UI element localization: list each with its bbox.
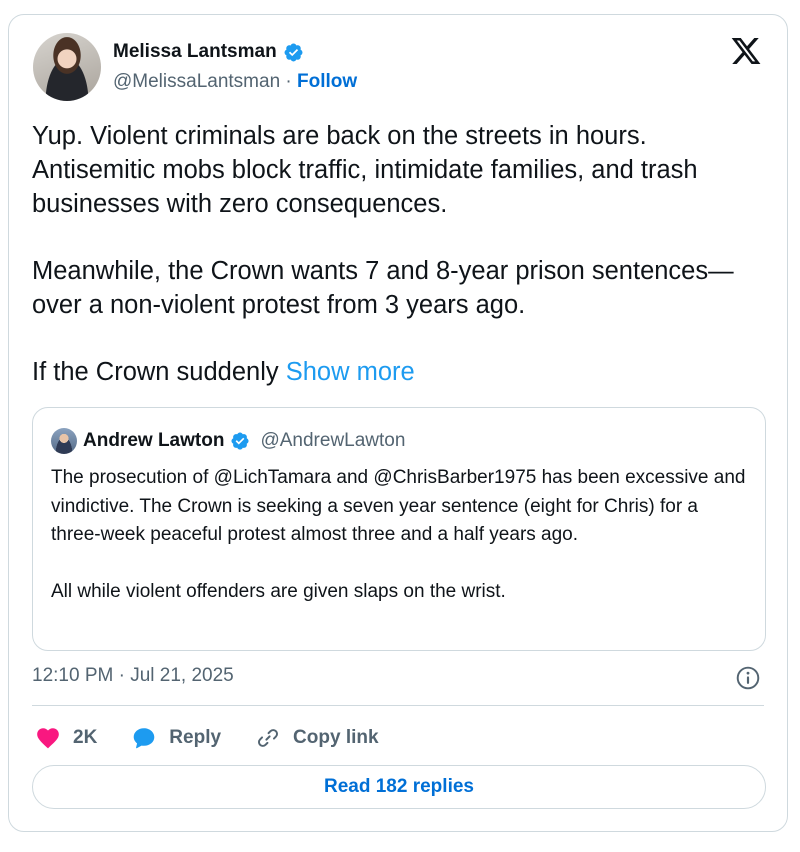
tweet-text: Yup. Violent criminals are back on the s… xyxy=(32,119,762,389)
like-button[interactable]: 2K xyxy=(35,725,97,751)
verified-badge-icon xyxy=(284,43,303,61)
author-name[interactable]: Melissa Lantsman xyxy=(113,41,277,63)
tweet-paragraph-2: Meanwhile, the Crown wants 7 and 8-year … xyxy=(32,257,734,319)
quoted-tweet[interactable]: Andrew Lawton @AndrewLawton The prosecut… xyxy=(32,407,766,651)
copy-link-label: Copy link xyxy=(293,727,379,748)
reply-label: Reply xyxy=(169,727,222,748)
copy-link-button[interactable]: Copy link xyxy=(255,725,379,751)
action-bar: 2K Reply Copy link xyxy=(35,721,413,755)
quoted-author-name: Andrew Lawton xyxy=(83,430,225,451)
tweet-truncated-text: If the Crown suddenly xyxy=(32,358,286,386)
tweet-card: Melissa Lantsman @MelissaLantsman · Foll… xyxy=(8,14,788,832)
heart-icon xyxy=(37,728,59,749)
author-handle[interactable]: @MelissaLantsman xyxy=(113,71,280,93)
read-replies-button[interactable]: Read 182 replies xyxy=(32,765,766,809)
quoted-paragraph-1: The prosecution of @LichTamara and @Chri… xyxy=(51,467,746,545)
like-count: 2K xyxy=(73,727,98,748)
author-avatar[interactable] xyxy=(33,33,101,101)
show-more-link[interactable]: Show more xyxy=(286,358,415,386)
quoted-tweet-text: The prosecution of @LichTamara and @Chri… xyxy=(51,464,751,606)
x-logo-icon[interactable] xyxy=(729,35,763,67)
handle-separator: · xyxy=(280,71,298,92)
reply-button[interactable]: Reply xyxy=(131,725,221,751)
follow-button[interactable]: Follow xyxy=(297,71,357,93)
tweet-timestamp[interactable]: 12:10 PM · Jul 21, 2025 xyxy=(32,665,234,687)
quoted-paragraph-2: All while violent offenders are given sl… xyxy=(51,580,506,602)
divider xyxy=(32,705,764,706)
author-block: Melissa Lantsman @MelissaLantsman · Foll… xyxy=(113,39,357,97)
quoted-tweet-header: Andrew Lawton @AndrewLawton xyxy=(51,428,405,454)
reply-bubble-icon xyxy=(134,728,155,749)
quoted-author-avatar xyxy=(51,428,77,454)
quoted-author-handle: @AndrewLawton xyxy=(260,430,406,451)
verified-badge-icon xyxy=(231,432,249,450)
info-icon[interactable] xyxy=(735,665,761,691)
tweet-paragraph-1: Yup. Violent criminals are back on the s… xyxy=(32,122,698,218)
tweet-paragraph-3: If the Crown suddenly Show more xyxy=(32,355,762,389)
link-icon xyxy=(258,729,279,747)
